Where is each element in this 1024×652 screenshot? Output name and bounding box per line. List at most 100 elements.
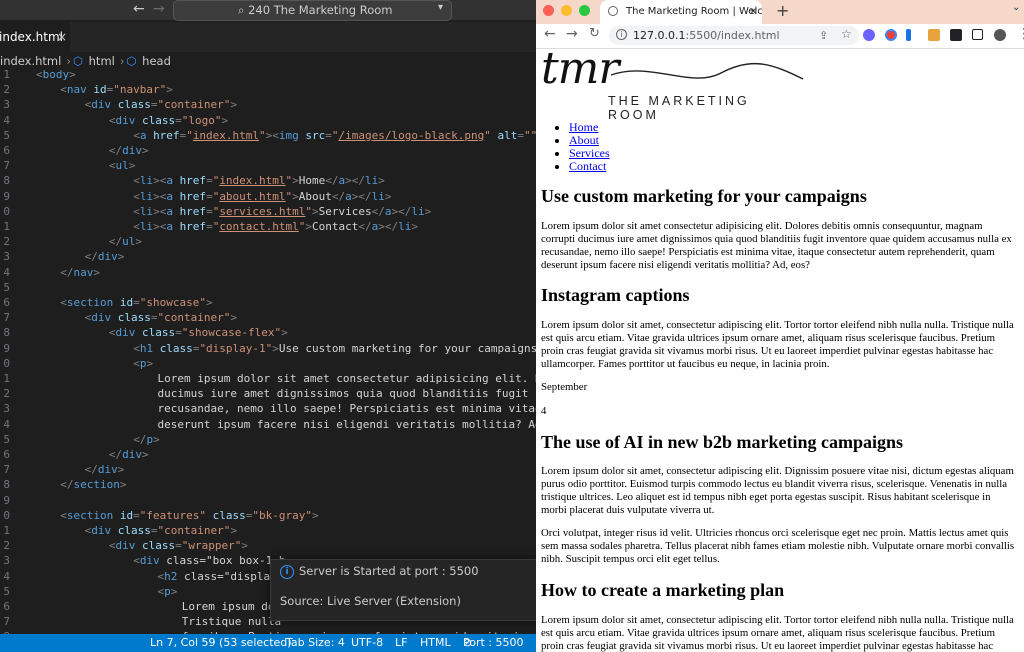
breadcrumb-file[interactable]: index.html xyxy=(0,54,61,68)
code-line[interactable]: <p> xyxy=(158,585,178,598)
code-editor[interactable]: 1 <body> 2 <nav id="navbar"> 3 <div class="co… xyxy=(0,68,537,643)
notification-toast[interactable]: i Server is Started at port : 5500 Sourc… xyxy=(270,559,536,621)
line-number: 5 xyxy=(3,432,10,446)
code-line[interactable]: <div class="showcase-flex"> xyxy=(109,326,288,339)
code-line[interactable]: <body> xyxy=(36,68,76,81)
breadcrumb-head[interactable]: head xyxy=(142,54,171,68)
back-arrow-icon[interactable]: ← xyxy=(544,26,556,42)
puzzle-icon[interactable] xyxy=(950,29,962,41)
code-line[interactable]: <section id="features" class="bk-gray"> xyxy=(60,509,318,522)
close-tab-icon[interactable]: ✕ xyxy=(749,0,758,24)
breadcrumb-html[interactable]: html xyxy=(89,54,115,68)
marketing-plan-heading: How to create a marketing plan xyxy=(541,580,785,600)
code-line[interactable]: <ul> xyxy=(109,159,136,172)
minimize-window-button[interactable] xyxy=(561,5,572,16)
close-window-button[interactable] xyxy=(543,5,554,16)
nav-link-services[interactable]: Services xyxy=(569,146,610,160)
line-number: 6 xyxy=(3,296,10,309)
line-number: 2 xyxy=(3,83,10,97)
tab-label: index.html xyxy=(0,30,63,44)
more-menu-icon[interactable]: ⋮ xyxy=(1017,26,1024,42)
logo[interactable]: tmr THE MARKETING ROOM xyxy=(541,43,806,122)
line-number: 8 xyxy=(3,326,10,340)
extension-icon[interactable] xyxy=(863,29,875,41)
back-arrow-icon[interactable]: ← xyxy=(133,1,145,17)
code-line[interactable]: <li><a href="services.html">Services</a>… xyxy=(133,205,431,218)
line-number: 7 xyxy=(3,463,10,477)
search-icon: ⌕ xyxy=(238,3,245,17)
nav-link-about[interactable]: About xyxy=(569,133,599,147)
url-path: :5500/index.html xyxy=(685,29,780,42)
chevron-down-icon[interactable]: ⌄ xyxy=(1012,2,1020,13)
reload-icon[interactable]: ↻ xyxy=(589,26,600,41)
code-line[interactable]: Tristique nulla xyxy=(182,615,281,628)
ai-paragraph: Lorem ipsum dolor sit amet, consectetur … xyxy=(541,465,1014,516)
code-line[interactable]: <div class="logo"> xyxy=(109,114,228,127)
code-line[interactable]: <a href="index.html"><img src="/images/l… xyxy=(133,129,536,142)
site-info-icon[interactable]: i xyxy=(616,29,627,40)
forward-arrow-icon[interactable]: → xyxy=(153,1,165,17)
nav-link-contact[interactable]: Contact xyxy=(569,159,606,173)
code-line[interactable]: <div class="box box-1 b xyxy=(133,554,285,567)
address-bar[interactable]: i 127.0.0.1:5500/index.html ⇪ ☆ xyxy=(609,26,859,45)
line-number: 1 xyxy=(3,68,10,81)
command-center[interactable]: ⌕ 240 The Marketing Room ▾ xyxy=(173,0,452,21)
code-line[interactable]: <h1 class="display-1">Use custom marketi… xyxy=(133,342,536,355)
code-line[interactable]: <div class="wrapper"> xyxy=(109,539,248,552)
code-line[interactable]: <li><a href="index.html">Home</a></li> xyxy=(133,174,385,187)
code-line[interactable]: <li><a href="about.html">About</a></li> xyxy=(133,190,391,203)
tab-index-html[interactable]: index.html × xyxy=(0,22,70,52)
sidebar-icon[interactable] xyxy=(972,29,983,40)
code-line[interactable]: Lorem ipsum dol xyxy=(182,600,281,613)
forward-arrow-icon[interactable]: → xyxy=(566,26,578,42)
info-icon: i xyxy=(280,565,294,579)
line-number: 1 xyxy=(3,372,10,385)
code-line[interactable]: Lorem ipsum dolor sit amet consectetur a… xyxy=(158,372,537,385)
code-line[interactable]: <li><a href="contact.html">Contact</a></… xyxy=(133,220,418,233)
code-line[interactable]: </div> xyxy=(85,250,125,263)
extension-icon[interactable] xyxy=(928,29,940,41)
bookmark-star-icon[interactable]: ☆ xyxy=(841,25,852,44)
zoom-window-button[interactable] xyxy=(579,5,590,16)
color-picker-extension-icon[interactable] xyxy=(885,29,897,41)
code-line[interactable]: </div> xyxy=(85,463,125,476)
code-line[interactable]: <nav id="navbar"> xyxy=(60,83,173,96)
status-language[interactable]: HTML xyxy=(420,634,451,652)
status-encoding[interactable]: UTF-8 xyxy=(351,634,383,652)
extension-icon[interactable] xyxy=(906,29,911,41)
line-number: 4 xyxy=(3,569,10,583)
browser-tab[interactable]: The Marketing Room | Welcome ✕ xyxy=(600,0,762,24)
code-line[interactable]: </div> xyxy=(109,144,149,157)
line-number: 8 xyxy=(3,478,10,492)
title-bar: ← → ⌕ 240 The Marketing Room ▾ xyxy=(0,0,536,21)
status-eol[interactable]: LF xyxy=(395,634,407,652)
code-line[interactable]: </p> xyxy=(133,433,160,446)
chevron-down-icon: ▾ xyxy=(437,2,443,13)
code-line[interactable]: <section id="showcase"> xyxy=(60,296,212,309)
code-line[interactable]: </section> xyxy=(60,478,126,491)
status-bar: Ln 7, Col 59 (53 selected) Tab Size: 4 U… xyxy=(0,634,536,652)
nav-link-home[interactable]: Home xyxy=(569,120,598,134)
share-icon[interactable]: ⇪ xyxy=(819,26,828,45)
code-line[interactable]: <div class="container"> xyxy=(85,311,237,324)
code-line[interactable]: <div class="container"> xyxy=(85,524,237,537)
code-line[interactable]: </div> xyxy=(109,448,149,461)
new-tab-button[interactable]: + xyxy=(776,1,789,20)
status-tab-size[interactable]: Tab Size: 4 xyxy=(286,634,345,652)
code-line[interactable]: </nav> xyxy=(60,266,100,279)
line-number: 4 xyxy=(3,265,10,279)
status-cursor[interactable]: Ln 7, Col 59 (53 selected) xyxy=(150,634,292,652)
code-line[interactable]: ducimus iure amet dignissimos quia quod … xyxy=(158,387,537,400)
code-line[interactable]: <div class="container"> xyxy=(85,98,237,111)
line-number: 3 xyxy=(3,250,10,264)
code-line[interactable]: deserunt ipsum facere nisi eligendi veri… xyxy=(158,418,537,431)
avatar[interactable] xyxy=(994,29,1006,41)
code-line[interactable]: <h2 class="display- xyxy=(158,570,284,583)
line-number: 5 xyxy=(3,280,10,294)
showcase-paragraph: Lorem ipsum dolor sit amet consectetur a… xyxy=(541,220,1012,271)
code-line[interactable]: </ul> xyxy=(109,235,142,248)
close-icon[interactable]: × xyxy=(57,22,67,52)
code-line[interactable]: <p> xyxy=(133,357,153,370)
command-center-label: 240 The Marketing Room xyxy=(248,3,393,17)
code-line[interactable]: recusandae, nemo illo saepe! Perspiciati… xyxy=(158,402,537,415)
